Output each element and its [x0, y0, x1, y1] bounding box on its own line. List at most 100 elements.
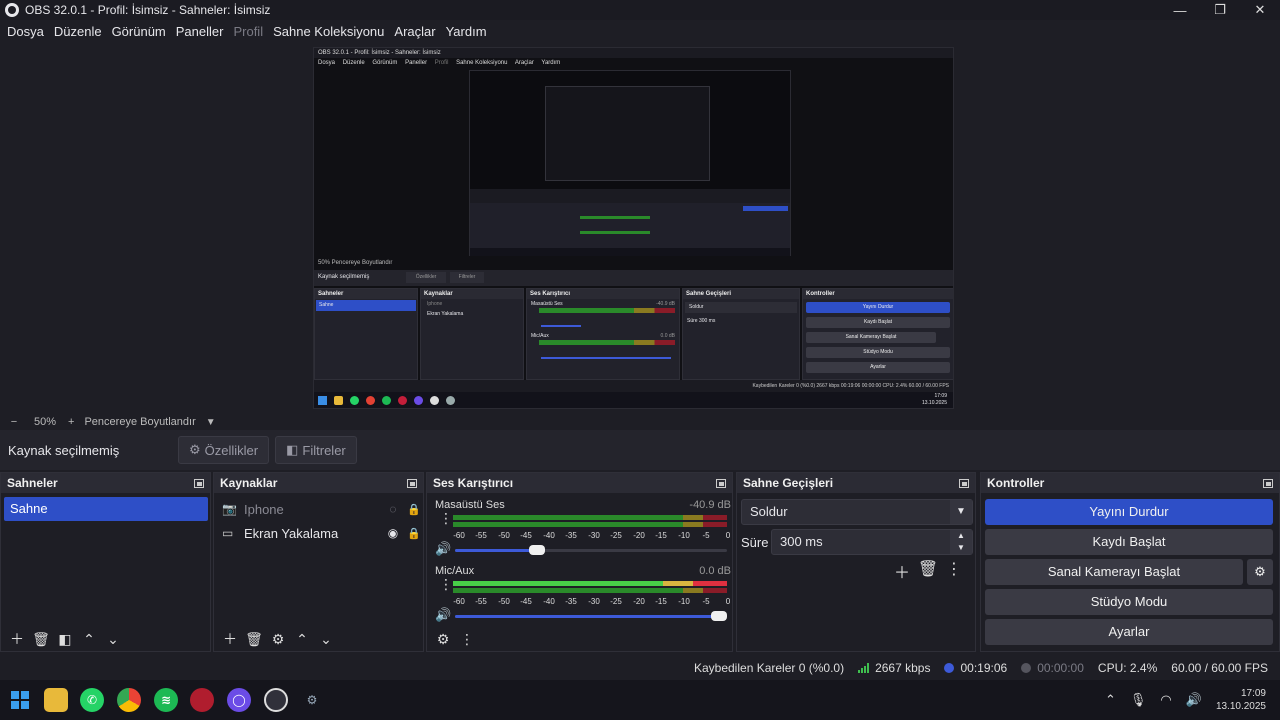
- mini-track-name: Masaüstü Ses: [531, 301, 563, 307]
- spotify-icon[interactable]: ≋: [154, 688, 178, 712]
- spinner-icon[interactable]: ▲ ▼: [950, 530, 972, 554]
- chevron-down-icon[interactable]: ⌄: [101, 629, 125, 649]
- transition-select[interactable]: Soldur ▼: [741, 499, 973, 525]
- lock-icon[interactable]: 🔒: [404, 527, 424, 540]
- zoom-out-button[interactable]: −: [8, 416, 20, 428]
- properties-button[interactable]: ⚙ Özellikler: [178, 436, 270, 464]
- undock-icon[interactable]: [959, 478, 969, 488]
- status-bar: Kaybedilen Kareler 0 (%0.0) 2667 kbps 00…: [0, 656, 1280, 680]
- scenes-dock: Sahneler Sahne ＋ 🗑 ◧ ⌃ ⌄: [0, 472, 211, 652]
- mini-folder-icon: [334, 396, 343, 405]
- zoom-fit-select[interactable]: Pencereye Boyutlandır: [84, 416, 195, 428]
- mini-spotify-icon: [382, 396, 391, 405]
- zoom-level: 50%: [34, 416, 57, 428]
- controls-dock: Kontroller Yayını Durdur Kaydı Başlat Sa…: [980, 472, 1280, 652]
- chevron-up-icon[interactable]: ⌃: [1105, 692, 1116, 708]
- virtualcam-settings-button[interactable]: ⚙: [1247, 559, 1273, 585]
- close-icon[interactable]: ✕: [1240, 0, 1280, 20]
- trash-icon[interactable]: 🗑: [242, 629, 266, 649]
- menu-dosya[interactable]: Dosya: [2, 24, 49, 39]
- track-db: 0.0 dB: [699, 565, 731, 577]
- add-icon[interactable]: ＋: [218, 629, 242, 649]
- mini-transitions-title: Sahne Geçişleri: [683, 289, 799, 299]
- undock-icon[interactable]: [407, 478, 417, 488]
- obs-icon[interactable]: [264, 688, 288, 712]
- record-time-indicator: 00:00:00: [1021, 661, 1084, 675]
- zoom-in-button[interactable]: +: [68, 416, 74, 428]
- volume-meter: [453, 522, 727, 527]
- slider-handle[interactable]: [710, 611, 727, 621]
- mini-track-name: Mic/Aux: [531, 333, 549, 339]
- more-icon[interactable]: ⋮: [439, 511, 453, 525]
- speaker-icon[interactable]: 🔊: [435, 607, 451, 623]
- speaker-icon[interactable]: 🔊: [435, 541, 451, 557]
- eye-icon[interactable]: ◉: [382, 526, 404, 540]
- eye-hidden-icon[interactable]: ◌: [382, 502, 404, 516]
- filter-icon[interactable]: ◧: [53, 629, 77, 649]
- lock-icon[interactable]: 🔒: [404, 503, 424, 516]
- mini-app-icon: [414, 396, 423, 405]
- menu-duzenle[interactable]: Düzenle: [49, 24, 107, 39]
- undock-icon[interactable]: [194, 478, 204, 488]
- menu-araclar[interactable]: Araçlar: [389, 24, 440, 39]
- wifi-icon[interactable]: ◠: [1160, 692, 1171, 708]
- slider-handle[interactable]: [528, 545, 545, 555]
- minimize-icon[interactable]: —: [1160, 0, 1200, 20]
- microphone-icon[interactable]: 🎙: [1130, 692, 1147, 708]
- menu-profil[interactable]: Profil: [228, 24, 268, 39]
- settings-app-icon[interactable]: ⚙: [300, 688, 324, 712]
- volume-slider[interactable]: [455, 545, 727, 555]
- more-icon[interactable]: ⋮: [941, 559, 967, 583]
- whatsapp-icon[interactable]: ✆: [80, 688, 104, 712]
- start-virtualcam-button[interactable]: Sanal Kamerayı Başlat: [985, 559, 1243, 585]
- gear-icon[interactable]: ⚙: [266, 629, 290, 649]
- menu-paneller[interactable]: Paneller: [171, 24, 229, 39]
- menu-gorunum[interactable]: Görünüm: [107, 24, 171, 39]
- more-icon[interactable]: ⋮: [439, 577, 453, 591]
- chevron-down-icon[interactable]: ▼: [206, 417, 216, 428]
- volume-icon[interactable]: 🔊: [1186, 692, 1202, 708]
- start-recording-button[interactable]: Kaydı Başlat: [985, 529, 1273, 555]
- mini-studio-mode: Stüdyo Modu: [806, 347, 950, 358]
- windows-start-icon[interactable]: [8, 688, 32, 712]
- volume-meter: [453, 581, 727, 586]
- add-icon[interactable]: ＋: [5, 629, 29, 649]
- mini-nested-stream-button: [743, 206, 788, 211]
- undock-icon[interactable]: [1263, 478, 1273, 488]
- mini-taskbar: 17:09 13.10.2025: [314, 392, 953, 408]
- menu-sahne-koleksiyonu[interactable]: Sahne Koleksiyonu: [268, 24, 389, 39]
- volume-slider[interactable]: [455, 611, 727, 621]
- source-name: Iphone: [244, 501, 284, 517]
- add-icon[interactable]: ＋: [889, 559, 915, 583]
- tick: -20: [633, 597, 645, 606]
- duration-input[interactable]: 300 ms ▲ ▼: [771, 529, 973, 555]
- chevron-down-icon[interactable]: ⌄: [314, 629, 338, 649]
- source-item[interactable]: ▭ Ekran Yakalama ◉ 🔒: [218, 521, 424, 545]
- chevron-up-icon[interactable]: ⌃: [290, 629, 314, 649]
- app-icon[interactable]: ◯: [227, 688, 251, 712]
- app-icon[interactable]: [190, 688, 214, 712]
- studio-mode-button[interactable]: Stüdyo Modu: [985, 589, 1273, 615]
- stop-stream-button[interactable]: Yayını Durdur: [985, 499, 1273, 525]
- filters-button[interactable]: ◧ Filtreler: [275, 436, 357, 464]
- chrome-icon[interactable]: [117, 688, 141, 712]
- trash-icon[interactable]: 🗑: [915, 559, 941, 583]
- menu-yardim[interactable]: Yardım: [441, 24, 492, 39]
- mini-nested-docks: [470, 203, 790, 248]
- chevron-up-icon[interactable]: ⌃: [77, 629, 101, 649]
- stream-time: 00:19:06: [960, 661, 1008, 675]
- settings-button[interactable]: Ayarlar: [985, 619, 1273, 645]
- zoom-bar: − 50% + Pencereye Boyutlandır ▼: [0, 414, 1280, 430]
- maximize-icon[interactable]: ❐: [1200, 0, 1240, 20]
- clock[interactable]: 17:09 13.10.2025: [1216, 687, 1266, 713]
- tick: -20: [633, 531, 645, 540]
- undock-icon[interactable]: [716, 478, 726, 488]
- trash-icon[interactable]: 🗑: [29, 629, 53, 649]
- source-item[interactable]: 📷 Iphone ◌ 🔒: [218, 497, 424, 521]
- file-explorer-icon[interactable]: [44, 688, 68, 712]
- more-icon[interactable]: ⋮: [455, 629, 479, 649]
- program-preview[interactable]: OBS 32.0.1 - Profil: İsimsiz - Sahneler:…: [313, 47, 954, 409]
- mini-meter: [539, 308, 675, 313]
- advanced-audio-icon[interactable]: ⚙: [431, 629, 455, 649]
- scene-item[interactable]: Sahne: [4, 497, 208, 521]
